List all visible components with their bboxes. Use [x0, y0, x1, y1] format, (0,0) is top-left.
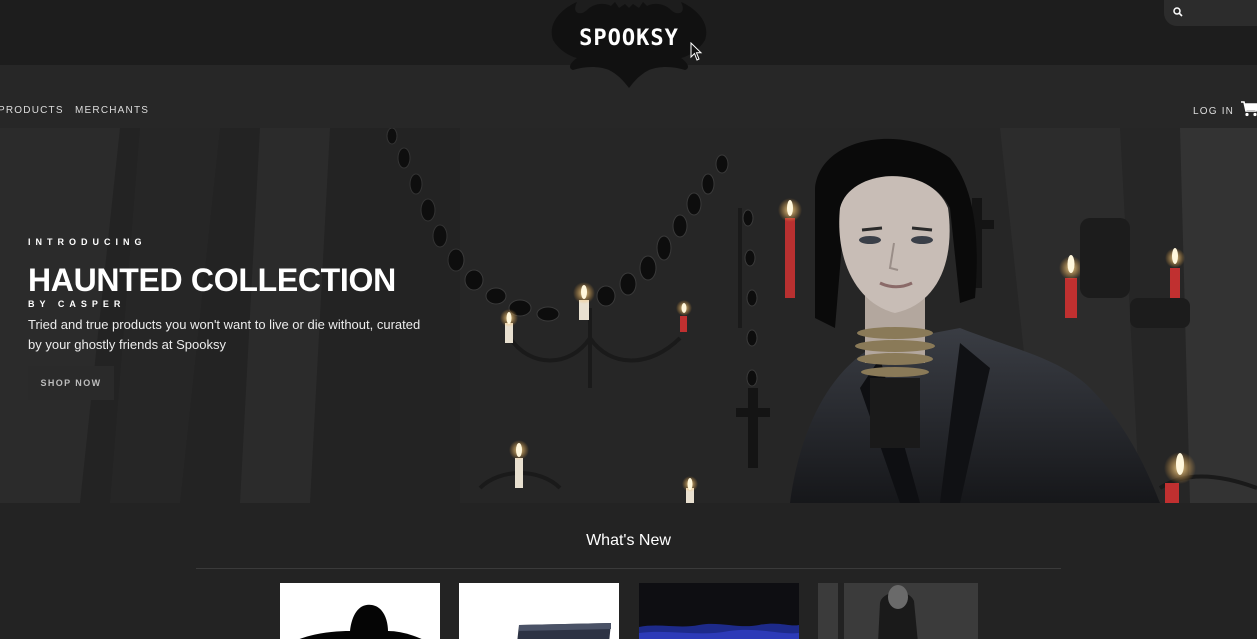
hero-banner: INTRODUCING HAUNTED COLLECTION BY CASPER… — [0, 128, 1257, 503]
hero-description: Tried and true products you won't want t… — [28, 317, 421, 352]
mouse-cursor-icon — [690, 42, 703, 61]
product-card-1[interactable] — [280, 583, 440, 639]
nav-login[interactable]: LOG IN — [1193, 106, 1234, 117]
nav-products[interactable]: PRODUCTS — [0, 105, 64, 116]
search-icon[interactable] — [1172, 6, 1184, 18]
whats-new-title: What's New — [586, 532, 671, 549]
shop-now-button[interactable]: SHOP NOW — [28, 366, 114, 400]
product-image — [818, 583, 978, 639]
nav-merchants[interactable]: MERCHANTS — [75, 105, 149, 116]
hero-byline: BY CASPER — [28, 299, 126, 309]
cart-icon[interactable] — [1241, 101, 1257, 117]
product-image — [299, 604, 422, 639]
product-image — [639, 623, 799, 639]
search-box[interactable] — [1164, 0, 1257, 26]
product-card-2[interactable] — [459, 583, 619, 639]
section-divider — [196, 568, 1061, 569]
product-image — [517, 623, 611, 639]
product-card-4[interactable] — [818, 583, 978, 639]
hero-headline: HAUNTED COLLECTION — [28, 262, 396, 298]
hero-eyebrow: INTRODUCING — [28, 237, 147, 247]
product-card-3[interactable] — [639, 583, 799, 639]
